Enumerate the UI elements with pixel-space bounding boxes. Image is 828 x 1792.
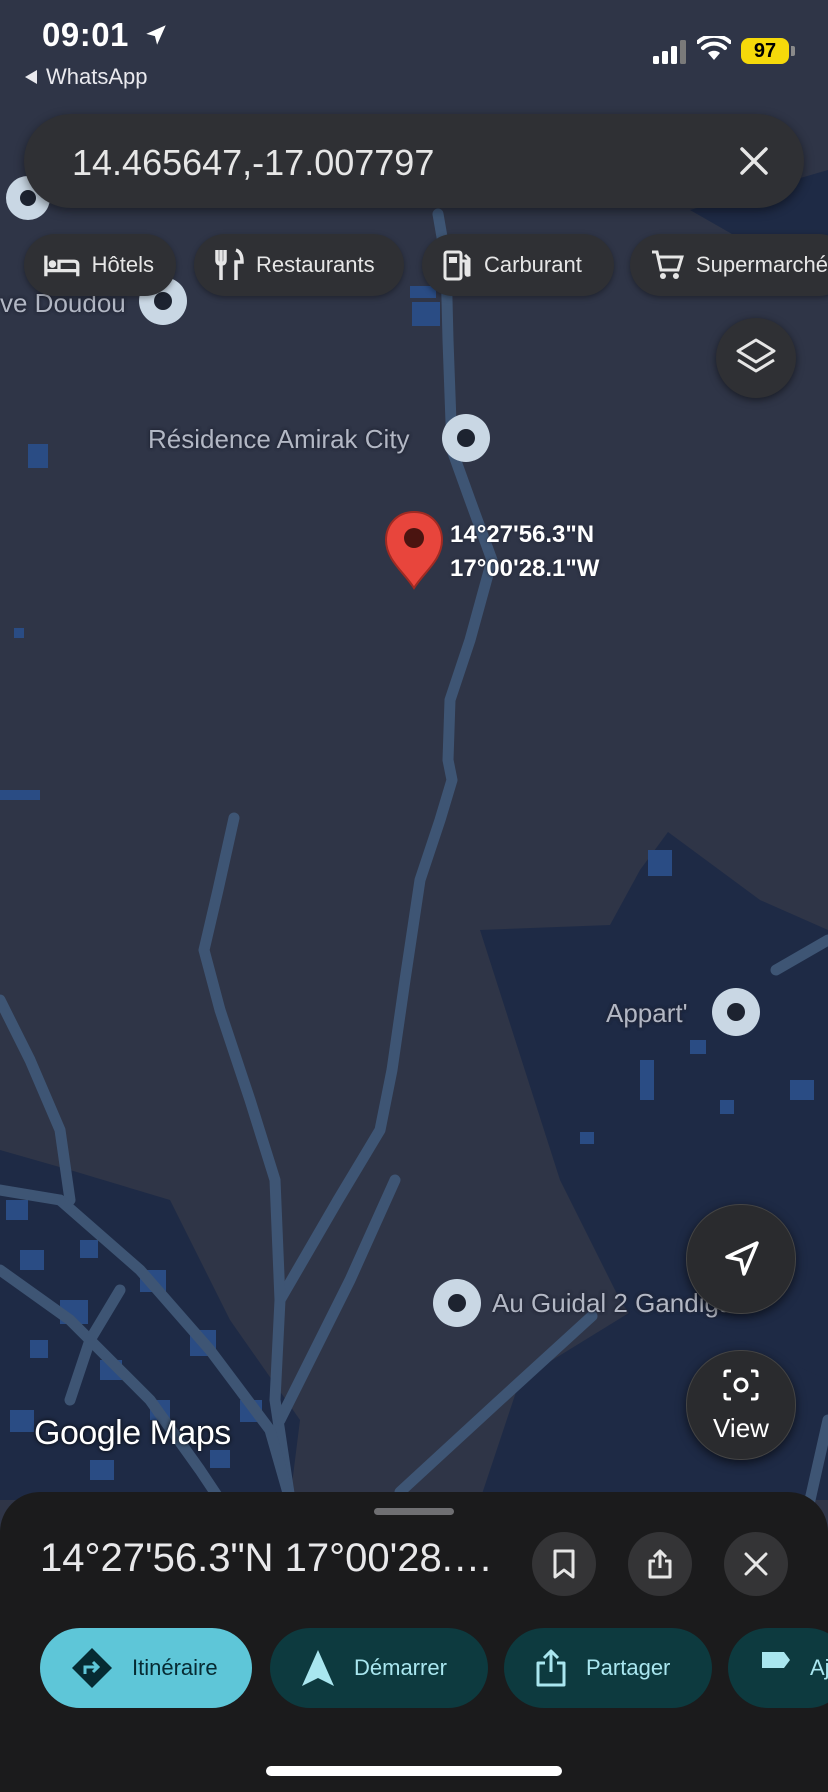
google-maps-logo: Google Maps [34, 1414, 231, 1452]
start-button[interactable]: Démarrer [270, 1628, 488, 1708]
label-action-button[interactable]: Ajouter une étiquette [728, 1628, 828, 1708]
share-action-button[interactable]: Partager [504, 1628, 712, 1708]
flag-icon [762, 1652, 790, 1686]
place-marker-appart [712, 988, 760, 1036]
layers-icon [736, 338, 776, 373]
share-icon [536, 1649, 566, 1687]
my-location-button[interactable] [686, 1204, 796, 1314]
chip-hotels-label: Hôtels [91, 252, 154, 277]
directions-button[interactable]: Itinéraire [40, 1628, 252, 1708]
chip-restaurants-label: Restaurants [256, 252, 375, 277]
chip-carburant[interactable]: Carburant [422, 234, 614, 296]
status-time: 09:01 [42, 16, 169, 54]
share-icon [648, 1549, 672, 1579]
chip-restaurants[interactable]: Restaurants [194, 234, 404, 296]
fuel-pump-icon [443, 250, 471, 281]
pin-longitude: 17°00'28.1"W [450, 555, 600, 582]
start-label: Démarrer [354, 1655, 447, 1680]
place-marker-guidal [433, 1279, 481, 1327]
view-label: View [713, 1413, 769, 1443]
view-camera-button[interactable]: View [686, 1350, 796, 1460]
battery-level: 97 [753, 39, 777, 62]
chip-supermarche[interactable]: Supermarché [630, 234, 828, 296]
time-text: 09:01 [42, 16, 129, 53]
battery-indicator: 97 [741, 38, 789, 64]
wifi-icon [697, 36, 731, 60]
back-to-app-button[interactable]: WhatsApp [24, 64, 148, 90]
pin-latitude: 14°27'56.3"N [450, 521, 595, 548]
navigation-arrow-icon [725, 1241, 759, 1276]
layers-button[interactable] [716, 318, 796, 398]
location-arrow-icon [145, 25, 166, 45]
search-query[interactable]: 14.465647,-17.007797 [72, 142, 434, 184]
back-triangle-icon [25, 70, 37, 84]
share-action-label: Partager [586, 1655, 671, 1680]
sheet-title: 14°27'56.3"N 17°00'28.1"W [40, 1536, 510, 1581]
place-label-appart[interactable]: Appart' [606, 998, 688, 1029]
navigation-arrow-icon [302, 1650, 334, 1686]
chip-hotels[interactable]: Hôtels [24, 234, 176, 296]
close-icon[interactable] [734, 141, 774, 181]
cart-icon [651, 250, 684, 279]
chip-carburant-label: Carburant [484, 252, 582, 277]
save-button[interactable] [532, 1532, 596, 1596]
search-bar[interactable]: 14.465647,-17.007797 [24, 114, 804, 208]
close-icon [744, 1552, 768, 1576]
chip-supermarche-label: Supermarché [695, 252, 828, 277]
place-label-amirak[interactable]: Résidence Amirak City [148, 424, 410, 455]
directions-label: Itinéraire [132, 1655, 218, 1680]
bed-icon [44, 255, 80, 277]
pin-coordinates-label: 14°27'56.3"N 17°00'28.1"W [450, 518, 599, 586]
sheet-title-text: 14°27'56.3"N 17°00'28.1"W [40, 1536, 510, 1580]
battery-tip [791, 46, 795, 56]
label-action-label: Ajouter une étiquette [810, 1655, 828, 1680]
sheet-drag-handle[interactable] [374, 1508, 454, 1515]
directions-icon [72, 1648, 112, 1688]
place-marker-amirak [442, 414, 490, 462]
share-button[interactable] [628, 1532, 692, 1596]
back-app-label: WhatsApp [46, 64, 148, 89]
fork-knife-icon [215, 248, 244, 280]
home-indicator[interactable] [266, 1766, 562, 1776]
cellular-signal-icon [653, 40, 686, 64]
bookmark-icon [553, 1549, 575, 1579]
close-sheet-button[interactable] [724, 1532, 788, 1596]
camera-search-icon [723, 1369, 759, 1401]
